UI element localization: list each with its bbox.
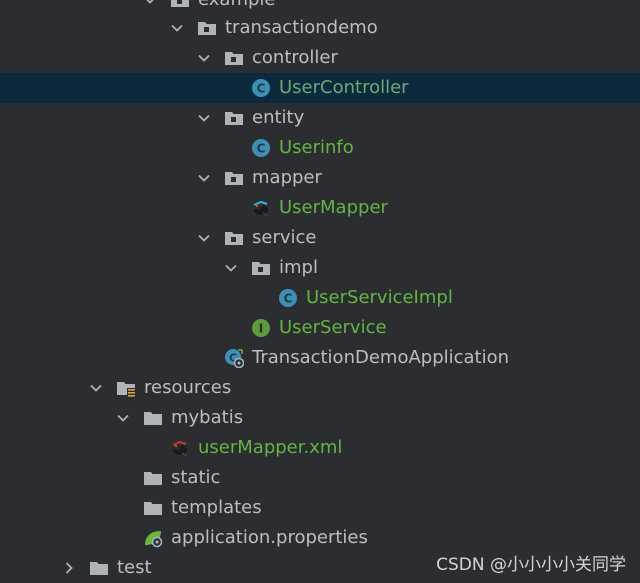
tree-node-controller[interactable]: controller xyxy=(0,43,640,73)
chevron-down-icon[interactable] xyxy=(224,253,240,283)
package-icon xyxy=(224,48,244,68)
tree-node-label: TransactionDemoApplication xyxy=(252,347,510,368)
tree-node-usermapper[interactable]: UserMapper xyxy=(0,193,640,223)
tree-node-usercontroller[interactable]: C UserController xyxy=(0,73,640,103)
spring-leaf-icon xyxy=(143,528,163,548)
watermark: CSDN @小小小小关同学 xyxy=(436,555,626,575)
chevron-down-icon[interactable] xyxy=(170,13,186,43)
tree-node-resources[interactable]: resources xyxy=(0,373,640,403)
tree-node-userserviceimpl[interactable]: C UserServiceImpl xyxy=(0,283,640,313)
package-icon xyxy=(170,0,190,10)
tree-node-label: service xyxy=(252,227,317,248)
folder-icon xyxy=(143,468,163,488)
tree-node-label: UserServiceImpl xyxy=(306,287,453,308)
chevron-down-icon[interactable] xyxy=(116,403,132,433)
tree-node-label: templates xyxy=(171,497,262,518)
package-icon xyxy=(224,168,244,188)
spring-boot-class-icon: C xyxy=(224,348,244,368)
tree-node-templates[interactable]: templates xyxy=(0,493,640,523)
chevron-down-icon[interactable] xyxy=(197,43,213,73)
tree-node-usermapper-xml[interactable]: userMapper.xml xyxy=(0,433,640,463)
tree-node-label: UserMapper xyxy=(279,197,388,218)
chevron-down-icon[interactable] xyxy=(197,103,213,133)
package-icon xyxy=(224,108,244,128)
mybatis-bird-icon xyxy=(251,198,271,218)
tree-node-label: mybatis xyxy=(171,407,244,428)
tree-node-userinfo[interactable]: C Userinfo xyxy=(0,133,640,163)
tree-node-mapper[interactable]: mapper xyxy=(0,163,640,193)
tree-node-label: userMapper.xml xyxy=(198,437,343,458)
class-icon: C xyxy=(251,138,271,158)
class-icon: C xyxy=(251,78,271,98)
tree-node-label: UserService xyxy=(279,317,387,338)
svg-text:I: I xyxy=(259,322,263,336)
tree-node-static[interactable]: static xyxy=(0,463,640,493)
tree-node-impl[interactable]: impl xyxy=(0,253,640,283)
tree-node-label: resources xyxy=(144,377,232,398)
class-icon: C xyxy=(278,288,298,308)
folder-icon xyxy=(143,408,163,428)
tree-node-service[interactable]: service xyxy=(0,223,640,253)
tree-node-application-properties[interactable]: application.properties xyxy=(0,523,640,553)
tree-node-mybatis[interactable]: mybatis xyxy=(0,403,640,433)
mybatis-bird-icon xyxy=(170,438,190,458)
tree-node-label: test xyxy=(117,557,152,578)
chevron-down-icon[interactable] xyxy=(89,373,105,403)
chevron-down-icon[interactable] xyxy=(197,223,213,253)
svg-text:C: C xyxy=(257,142,266,156)
chevron-down-icon[interactable] xyxy=(197,163,213,193)
package-icon xyxy=(197,18,217,38)
tree-node-label: impl xyxy=(279,257,318,278)
folder-icon xyxy=(89,558,109,578)
tree-node-label: entity xyxy=(252,107,305,128)
project-tree[interactable]: example transactiondemo controller C Use… xyxy=(0,0,640,583)
package-icon xyxy=(224,228,244,248)
tree-node-label: controller xyxy=(252,47,338,68)
tree-node-label: Userinfo xyxy=(279,137,354,158)
tree-node-transactiondemo[interactable]: transactiondemo xyxy=(0,13,640,43)
package-icon xyxy=(251,258,271,278)
tree-node-entity[interactable]: entity xyxy=(0,103,640,133)
interface-icon: I xyxy=(251,318,271,338)
folder-icon xyxy=(143,498,163,518)
svg-text:C: C xyxy=(284,292,293,306)
svg-text:C: C xyxy=(257,82,266,96)
tree-node-label: application.properties xyxy=(171,527,368,548)
tree-node-label: transactiondemo xyxy=(225,17,378,38)
resources-folder-icon xyxy=(116,378,136,398)
tree-node-transactiondemoapplication[interactable]: C TransactionDemoApplication xyxy=(0,343,640,373)
tree-node-label: mapper xyxy=(252,167,322,188)
chevron-right-icon[interactable] xyxy=(62,553,78,583)
tree-node-label: static xyxy=(171,467,221,488)
tree-node-label: UserController xyxy=(279,77,409,98)
tree-node-userservice[interactable]: I UserService xyxy=(0,313,640,343)
